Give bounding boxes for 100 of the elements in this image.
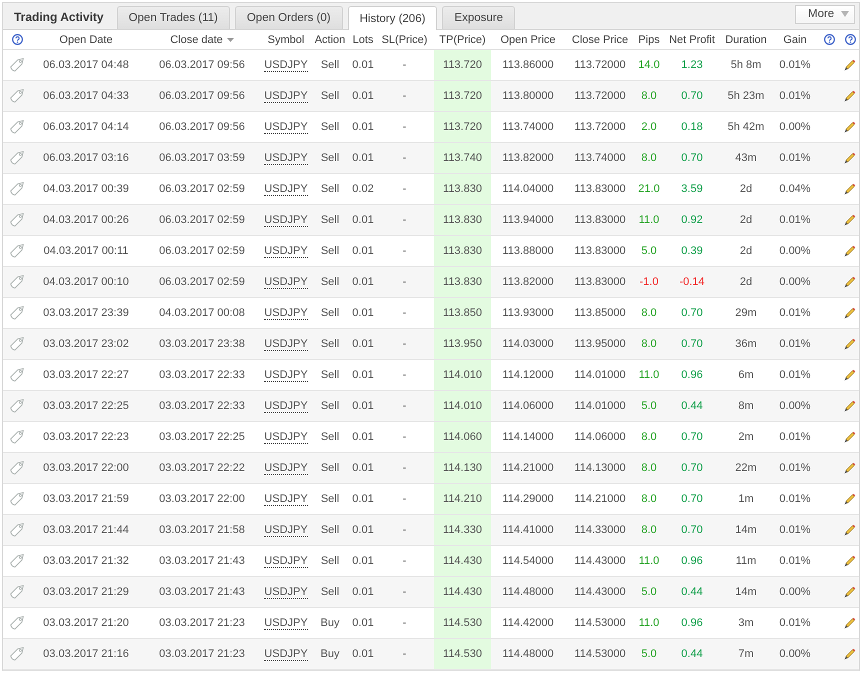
pencil-icon[interactable] [844, 338, 856, 350]
net-profit-cell: 0.44 [681, 400, 703, 412]
column-header[interactable]: SL(Price) [375, 34, 434, 46]
symbol-link[interactable]: USDJPY [264, 306, 308, 320]
tab[interactable]: History (206) [348, 6, 438, 30]
gain-cell: 0.01% [779, 59, 811, 71]
open-date-cell: 03.03.2017 21:29 [43, 586, 129, 598]
close-date-cell: 06.03.2017 02:59 [159, 214, 245, 226]
column-header[interactable]: Open Price [491, 34, 565, 46]
symbol-link[interactable]: USDJPY [264, 214, 308, 226]
pencil-icon[interactable] [844, 90, 856, 102]
open-date-cell: 06.03.2017 04:33 [43, 90, 129, 102]
column-header[interactable]: Close Price [565, 34, 635, 46]
pencil-icon[interactable] [844, 555, 856, 567]
sl-price-cell: - [402, 121, 406, 133]
close-date-cell: 06.03.2017 09:56 [159, 90, 245, 102]
symbol-link[interactable]: USDJPY [264, 462, 308, 474]
lots-cell: 0.01 [352, 493, 374, 505]
net-profit-cell: 0.44 [681, 648, 703, 660]
symbol-link[interactable]: USDJPY [264, 368, 308, 382]
column-header[interactable]: Duration [721, 34, 771, 46]
close-price-cell: 114.43000 [574, 555, 626, 567]
symbol-link[interactable]: USDJPY [264, 276, 308, 288]
symbol-link[interactable]: USDJPY [264, 152, 308, 164]
pencil-icon[interactable] [844, 307, 856, 319]
close-price-cell: 113.72000 [574, 90, 626, 102]
sl-price-cell: - [402, 493, 406, 505]
symbol-link[interactable]: USDJPY [264, 554, 308, 568]
symbol-link[interactable]: USDJPY [264, 120, 308, 134]
symbol-link[interactable]: USDJPY [264, 586, 308, 598]
symbol-link[interactable]: USDJPY [264, 616, 308, 630]
tab[interactable]: Open Trades (11) [116, 6, 230, 29]
pencil-icon[interactable] [844, 59, 856, 71]
symbol-link[interactable]: USDJPY [264, 58, 308, 72]
gain-cell: 0.01% [779, 90, 811, 102]
column-header[interactable]: Pips [635, 34, 663, 46]
symbol-link[interactable]: USDJPY [264, 400, 308, 412]
column-header[interactable]: Gain [771, 34, 819, 46]
duration-cell: 1m [738, 493, 754, 505]
pencil-icon[interactable] [844, 121, 856, 133]
gain-cell: 0.00% [779, 276, 811, 288]
pencil-icon[interactable] [844, 152, 856, 164]
sl-price-cell: - [402, 400, 406, 412]
more-button[interactable]: More [795, 4, 855, 24]
pencil-icon[interactable] [844, 648, 856, 660]
symbol-link[interactable]: USDJPY [264, 182, 308, 196]
help-icon[interactable] [824, 34, 834, 45]
symbol-link[interactable]: USDJPY [264, 648, 308, 660]
pips-cell: 5.0 [641, 245, 657, 257]
sl-price-cell: - [402, 555, 406, 567]
pencil-icon[interactable] [844, 431, 856, 443]
close-date-cell: 03.03.2017 22:00 [159, 493, 245, 505]
close-date-cell: 06.03.2017 03:59 [159, 152, 245, 164]
close-price-cell: 113.74000 [574, 152, 626, 164]
symbol-link[interactable]: USDJPY [264, 524, 308, 536]
help-icon[interactable] [844, 34, 856, 45]
sl-price-cell: - [402, 524, 406, 536]
column-header[interactable]: Action [309, 34, 351, 46]
pencil-icon[interactable] [844, 245, 856, 257]
action-cell: Sell [320, 338, 340, 350]
gain-cell: 0.01% [779, 493, 811, 505]
lots-cell: 0.01 [352, 648, 374, 660]
tp-price-cell: 113.830 [434, 174, 491, 204]
pencil-icon[interactable] [844, 617, 856, 629]
gain-cell: 0.01% [779, 338, 811, 350]
duration-cell: 43m [735, 152, 757, 164]
pencil-icon[interactable] [844, 493, 856, 505]
lots-cell: 0.01 [352, 524, 374, 536]
gain-cell: 0.01% [779, 214, 811, 226]
symbol-link[interactable]: USDJPY [264, 244, 308, 258]
pencil-icon[interactable] [844, 524, 856, 536]
net-profit-cell: 0.70 [681, 524, 703, 536]
column-header[interactable]: Lots [351, 34, 375, 46]
column-header[interactable]: TP(Price) [434, 34, 491, 46]
pencil-icon[interactable] [844, 369, 856, 381]
column-header[interactable]: Net Profit [663, 34, 721, 46]
tp-price-cell: 113.720 [434, 112, 491, 142]
duration-cell: 5h 23m [728, 90, 764, 102]
symbol-link[interactable]: USDJPY [264, 338, 308, 350]
close-date-cell: 06.03.2017 02:59 [159, 183, 245, 195]
open-price-cell: 113.94000 [502, 214, 554, 226]
column-header[interactable]: Open Date [31, 34, 141, 46]
tab[interactable]: Exposure [442, 6, 516, 29]
symbol-link[interactable]: USDJPY [264, 430, 308, 444]
sort-caret-icon [226, 38, 234, 42]
pencil-icon[interactable] [844, 462, 856, 474]
pencil-icon[interactable] [844, 276, 856, 288]
net-profit-cell: 0.70 [681, 152, 703, 164]
help-icon[interactable] [12, 34, 22, 45]
pencil-icon[interactable] [844, 400, 856, 412]
pencil-icon[interactable] [844, 214, 856, 226]
symbol-link[interactable]: USDJPY [264, 492, 308, 506]
close-price-cell: 113.95000 [574, 338, 626, 350]
pencil-icon[interactable] [844, 183, 856, 195]
pencil-icon[interactable] [844, 586, 856, 598]
net-profit-cell: 0.39 [681, 245, 703, 257]
tab[interactable]: Open Orders (0) [234, 6, 343, 29]
column-header[interactable]: Close date [141, 34, 263, 46]
column-header[interactable]: Symbol [263, 34, 309, 46]
symbol-link[interactable]: USDJPY [264, 90, 308, 102]
